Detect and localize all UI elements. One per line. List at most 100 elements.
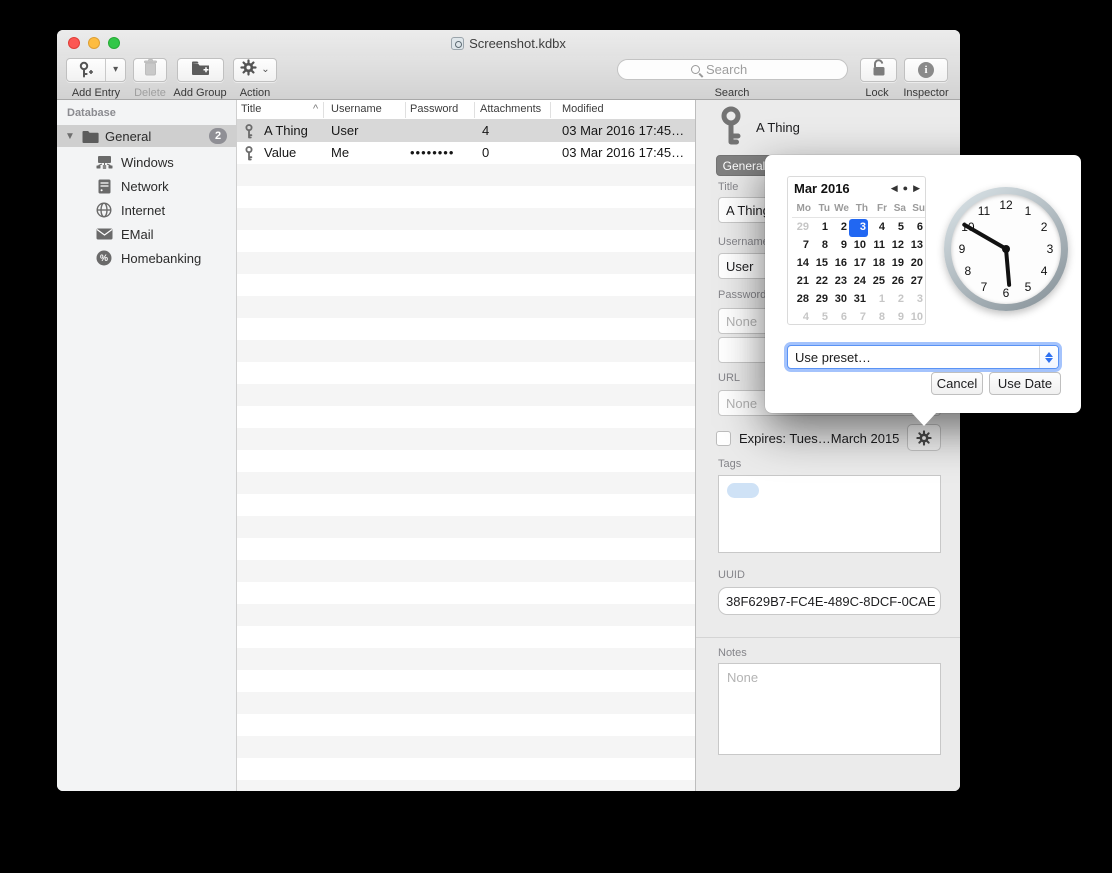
calendar-day[interactable]: 23 [830, 273, 849, 291]
calendar-day[interactable]: 30 [830, 291, 849, 309]
calendar-day[interactable]: 1 [811, 219, 830, 237]
calendar-day[interactable]: 19 [887, 255, 906, 273]
calendar-prev-icon[interactable]: ◀ [891, 183, 898, 194]
title-label: Title [718, 181, 738, 193]
uuid-field[interactable]: 38F629B7-FC4E-489C-8DCF-0CAE [718, 587, 941, 615]
stepper-icon[interactable] [1039, 346, 1058, 368]
add-entry-button[interactable]: ▾ [66, 58, 126, 82]
calendar-next-icon[interactable]: ▶ [913, 183, 920, 194]
calendar-day[interactable]: 25 [868, 273, 887, 291]
clock-numeral: 8 [965, 264, 972, 278]
inspector-button[interactable]: i [904, 58, 948, 82]
calendar-day[interactable]: 8 [868, 309, 887, 327]
key-icon [244, 124, 255, 142]
calendar-day[interactable]: 26 [887, 273, 906, 291]
column-header-password[interactable]: Password [410, 103, 458, 115]
calendar-day[interactable]: 13 [906, 237, 925, 255]
calendar-day[interactable]: 10 [849, 237, 868, 255]
calendar-day[interactable]: 24 [849, 273, 868, 291]
calendar-day[interactable]: 20 [906, 255, 925, 273]
use-date-button[interactable]: Use Date [989, 372, 1061, 395]
calendar-day[interactable]: 17 [849, 255, 868, 273]
table-row-selected[interactable]: A Thing User 4 03 Mar 2016 17:45… [237, 120, 695, 142]
titlebar[interactable]: Screenshot.kdbx [57, 30, 960, 56]
calendar-day[interactable]: 8 [811, 237, 830, 255]
calendar-day[interactable]: 9 [830, 237, 849, 255]
calendar-day[interactable]: 12 [887, 237, 906, 255]
percent-icon: % [95, 249, 113, 267]
calendar-day[interactable]: 2 [887, 291, 906, 309]
calendar-day[interactable]: 10 [906, 309, 925, 327]
zoom-button[interactable] [108, 37, 120, 49]
calendar-day[interactable]: 16 [830, 255, 849, 273]
trash-icon [143, 59, 158, 81]
sidebar-item-label: Windows [121, 155, 174, 170]
action-button[interactable]: ⌄ [233, 58, 277, 82]
column-header-username[interactable]: Username [331, 103, 382, 115]
calendar-day[interactable]: 14 [792, 255, 811, 273]
search-input[interactable] [704, 61, 774, 78]
calendar-day[interactable]: 7 [849, 309, 868, 327]
calendar-day[interactable]: 4 [792, 309, 811, 327]
table-row[interactable]: Value Me •••••••• 0 03 Mar 2016 17:45… [237, 142, 695, 164]
search-box[interactable] [617, 59, 848, 80]
empty-row [237, 274, 695, 296]
calendar-day[interactable]: 7 [792, 237, 811, 255]
lock-button[interactable] [860, 58, 897, 82]
tags-box[interactable] [718, 475, 941, 553]
calendar-day-headers: MoTuWeThFrSaSu [792, 203, 925, 218]
expires-date-button[interactable] [907, 424, 941, 451]
calendar-day[interactable]: 6 [906, 219, 925, 237]
calendar-day[interactable]: 27 [906, 273, 925, 291]
column-header-modified[interactable]: Modified [562, 103, 604, 115]
column-divider[interactable] [405, 102, 406, 118]
empty-row [237, 252, 695, 274]
tag-pill[interactable] [727, 483, 759, 498]
calendar-day[interactable]: 3 [906, 291, 925, 309]
calendar-day[interactable]: 5 [887, 219, 906, 237]
calendar-day-selected[interactable]: 3 [849, 219, 868, 237]
sidebar-item-network[interactable]: Network [57, 175, 236, 197]
clock-numeral: 3 [1047, 242, 1054, 256]
expires-checkbox[interactable] [716, 431, 731, 446]
calendar-day[interactable]: 22 [811, 273, 830, 291]
calendar-day[interactable]: 5 [811, 309, 830, 327]
calendar-day[interactable]: 2 [830, 219, 849, 237]
sidebar-item-internet[interactable]: Internet [57, 199, 236, 221]
calendar-day[interactable]: 6 [830, 309, 849, 327]
sidebar-item-general[interactable]: ▼ General 2 [57, 125, 236, 147]
disclosure-triangle-icon[interactable]: ▼ [65, 131, 75, 142]
column-header-attachments[interactable]: Attachments [480, 103, 541, 115]
windows-network-icon [95, 153, 113, 171]
empty-row [237, 494, 695, 516]
column-divider[interactable] [474, 102, 475, 118]
minimize-button[interactable] [88, 37, 100, 49]
sidebar-item-homebanking[interactable]: % Homebanking [57, 247, 236, 269]
calendar-day[interactable]: 1 [868, 291, 887, 309]
notes-box[interactable]: None [718, 663, 941, 755]
column-divider[interactable] [550, 102, 551, 118]
cancel-button[interactable]: Cancel [931, 372, 983, 395]
calendar-day[interactable]: 29 [811, 291, 830, 309]
calendar-today-icon[interactable]: ● [903, 183, 908, 194]
calendar-day[interactable]: 21 [792, 273, 811, 291]
sidebar-item-label: Internet [121, 203, 165, 218]
sidebar-item-windows[interactable]: Windows [57, 151, 236, 173]
calendar-day[interactable]: 4 [868, 219, 887, 237]
sort-ascending-icon[interactable]: ^ [313, 103, 318, 115]
tab-general[interactable]: General [716, 155, 772, 176]
calendar-day[interactable]: 18 [868, 255, 887, 273]
calendar-day[interactable]: 9 [887, 309, 906, 327]
calendar-day[interactable]: 31 [849, 291, 868, 309]
calendar-day[interactable]: 11 [868, 237, 887, 255]
calendar-day[interactable]: 29 [792, 219, 811, 237]
sidebar-item-email[interactable]: EMail [57, 223, 236, 245]
cell-modified: 03 Mar 2016 17:45… [562, 123, 684, 138]
calendar-day[interactable]: 15 [811, 255, 830, 273]
preset-combobox[interactable]: Use preset… [787, 345, 1059, 369]
column-divider[interactable] [323, 102, 324, 118]
add-group-button[interactable] [177, 58, 224, 82]
column-header-title[interactable]: Title [241, 103, 261, 115]
calendar-day[interactable]: 28 [792, 291, 811, 309]
close-button[interactable] [68, 37, 80, 49]
